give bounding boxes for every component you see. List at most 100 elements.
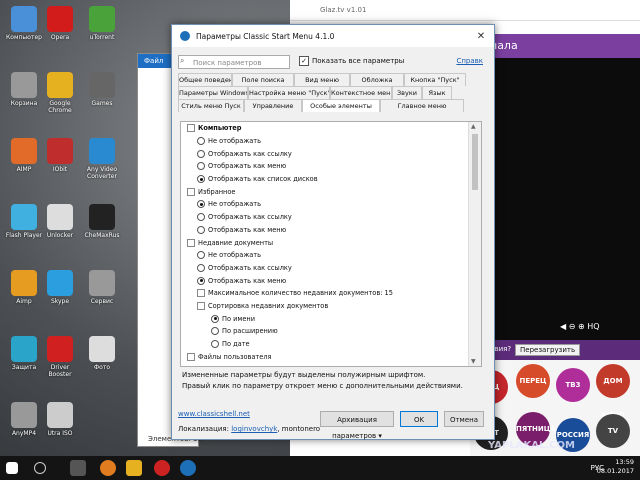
radio-icon[interactable] [211,327,219,336]
desktop-icon[interactable]: uTorrent [82,6,122,41]
help-link[interactable]: Справк [456,57,483,65]
tree-group[interactable]: Компьютер [181,122,467,135]
tab-3-2[interactable]: Особые элементы [302,99,380,112]
tree-option[interactable]: Отображать как ссылку [181,147,467,160]
desktop-icon[interactable]: AnyMP4 [4,402,44,437]
scrollbar[interactable]: ▲ ▼ [468,122,481,366]
channel-tile[interactable]: TV [596,414,630,448]
tab-1-1[interactable]: Поле поиска [232,73,294,86]
tab-2-4[interactable]: Язык [422,86,452,99]
tab-1-0[interactable]: Общее поведение [178,73,232,86]
tab-2-0[interactable]: Параметры Windows 8.1 [178,86,248,99]
radio-icon[interactable] [197,175,205,184]
desktop-icon[interactable]: AIMP [4,138,44,173]
desktop-icon[interactable]: Flash Player [4,204,44,239]
desktop-icon[interactable]: Фото [82,336,122,371]
website-link[interactable]: www.classicshell.net [178,410,250,418]
app-icon [89,72,115,98]
tree-option[interactable]: Не отображать [181,249,467,262]
tree-option[interactable]: По дате [181,338,467,351]
radio-icon[interactable] [197,149,205,158]
localization-link[interactable]: loginvovchyk [231,425,277,433]
radio-icon[interactable] [197,162,205,171]
desktop-icon[interactable]: CheMaxRus [82,204,122,239]
desktop-icon[interactable]: Корзина [4,72,44,107]
radio-icon[interactable] [197,200,205,209]
desktop-icon[interactable]: Opera [40,6,80,41]
desktop-icon[interactable]: Skype [40,270,80,305]
tree-option[interactable]: Отображать как ссылку [181,211,467,224]
tree-option[interactable]: Отображать как меню [181,160,467,173]
search-input[interactable]: Поиск параметров [178,55,290,69]
desktop-icon[interactable]: Google Chrome [40,72,80,114]
desktop-icon[interactable]: Driver Booster [40,336,80,378]
desktop-icon[interactable]: Games [82,72,122,107]
desktop-icon-label: Skype [50,298,70,305]
tab-2-1[interactable]: Настройка меню "Пуск" [248,86,330,99]
radio-icon[interactable] [197,251,205,260]
tab-3-3[interactable]: Главное меню [380,99,464,112]
tree-option[interactable]: По имени [181,312,467,325]
tab-1-3[interactable]: Обложка [350,73,404,86]
reload-button[interactable]: Перезагрузить [515,344,581,356]
tab-1-2[interactable]: Вид меню [294,73,350,86]
tab-1-4[interactable]: Кнопка "Пуск" [404,73,466,86]
checkbox-icon[interactable]: ✓ [299,56,309,66]
channel-tile[interactable]: ТВ3 [556,368,590,402]
setting-icon[interactable] [197,301,205,310]
tree-option[interactable]: Отображать как меню [181,274,467,287]
cancel-button[interactable]: Отмена [444,411,484,427]
desktop-icon[interactable]: Защита [4,336,44,371]
radio-icon[interactable] [211,340,219,349]
radio-icon[interactable] [197,137,205,146]
backup-settings-button[interactable]: Архивация параметров ▾ [320,411,394,440]
task-view-icon[interactable] [70,460,86,476]
setting-icon[interactable] [197,289,205,298]
tree-group[interactable]: Недавние документы [181,236,467,249]
desktop-icon[interactable]: Utra ISO [40,402,80,437]
desktop-icon[interactable]: Компьютер [4,6,44,41]
radio-icon[interactable] [197,276,205,285]
ok-button[interactable]: OK [400,411,438,427]
opera-icon[interactable] [154,460,170,476]
show-all-checkbox[interactable]: ✓ Показать все параметры [299,56,404,66]
start-icon[interactable] [6,462,18,474]
radio-icon[interactable] [197,213,205,222]
close-icon[interactable]: ✕ [468,31,494,42]
tree-option[interactable]: Не отображать [181,135,467,148]
desktop-icon[interactable]: Any Video Converter [82,138,122,180]
tree-option[interactable]: Отображать как список дисков [181,173,467,186]
classic-shell-taskbar-icon[interactable] [180,460,196,476]
desktop-icon[interactable]: Сервис [82,270,122,305]
desktop-icon[interactable]: Unlocker [40,204,80,239]
tree-option[interactable]: Отображать как меню [181,224,467,237]
desktop-icon[interactable]: IObit [40,138,80,173]
tree-option[interactable]: Максимальное количество недавних докумен… [181,287,467,300]
tab-2-3[interactable]: Звуки [392,86,422,99]
tree-option[interactable]: Сортировка недавних документов [181,300,467,313]
tab-3-1[interactable]: Управление [244,99,302,112]
radio-icon[interactable] [197,263,205,272]
folder-icon[interactable] [126,460,142,476]
firefox-icon[interactable] [100,460,116,476]
tree-group[interactable]: Избранное [181,185,467,198]
radio-icon[interactable] [197,225,205,234]
tree-option[interactable]: Не отображать [181,198,467,211]
tree-option[interactable]: По расширению [181,325,467,338]
radio-icon[interactable] [211,314,219,323]
scroll-thumb[interactable] [472,134,478,190]
scroll-down-icon[interactable]: ▼ [471,358,476,365]
app-icon [11,72,37,98]
scroll-up-icon[interactable]: ▲ [471,123,476,130]
tab-3-0[interactable]: Стиль меню Пуск [178,99,244,112]
player-controls[interactable]: ◀ ⊖ ⊕ HQ [560,322,600,331]
clock[interactable]: 13:59 08.01.2017 [597,458,634,476]
tree-group[interactable]: Файлы пользователя [181,350,467,363]
desktop-icon[interactable]: Aimp [4,270,44,305]
channel-tile[interactable]: ДОМ КИНО [596,364,630,419]
tab-2-2[interactable]: Контекстное меню [330,86,392,99]
tree-item-label: Не отображать [208,137,262,146]
channel-tile[interactable]: ПЕРЕЦ [516,364,550,398]
tree-option[interactable]: Отображать как ссылку [181,262,467,275]
search-icon[interactable] [34,462,46,474]
